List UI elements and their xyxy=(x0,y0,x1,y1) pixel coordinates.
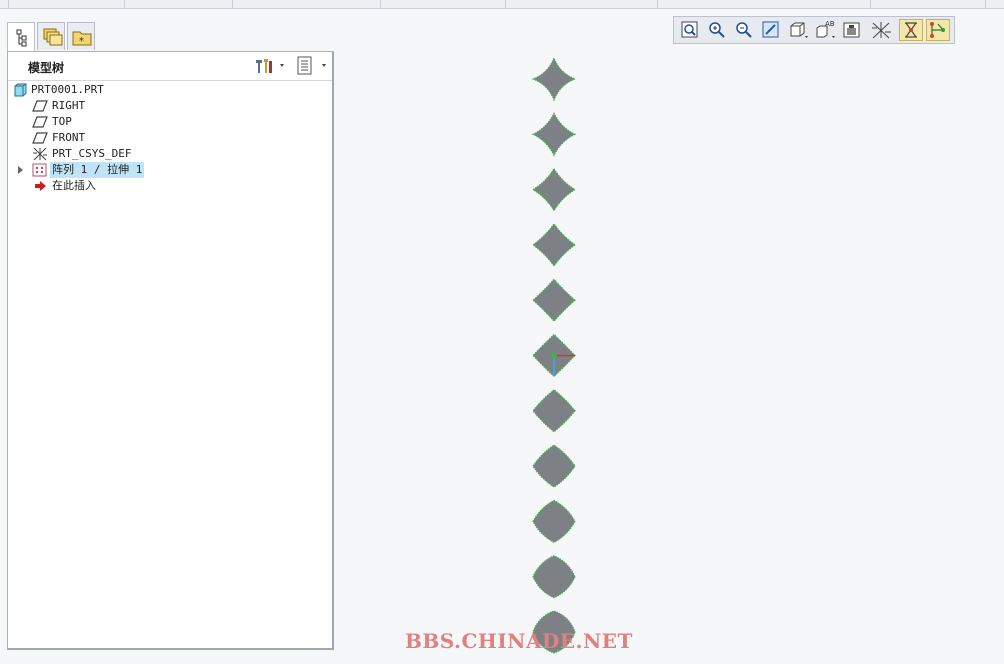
ribbon-tab-strip xyxy=(0,0,1004,9)
tree-item-label: TOP xyxy=(52,115,72,128)
pattern-instance-shape[interactable] xyxy=(531,222,577,267)
settings-tools-icon xyxy=(256,59,284,73)
svg-text:*: * xyxy=(79,36,84,47)
forum-watermark: BBS.CHINADE.NET xyxy=(405,629,633,653)
datum-plane-icon xyxy=(32,116,48,128)
pattern-instance-shape[interactable] xyxy=(532,389,576,433)
model-tree-title: 模型树 xyxy=(28,61,65,75)
expand-arrow-icon[interactable] xyxy=(16,165,26,175)
graphics-viewport[interactable] xyxy=(335,10,1004,660)
tree-item-label: 阵列 1 / 拉伸 1 xyxy=(50,162,145,178)
pattern-icon xyxy=(32,163,47,177)
tree-item-label: PRT_CSYS_DEF xyxy=(52,147,132,160)
pattern-view xyxy=(531,56,577,654)
pattern-instance-shape[interactable] xyxy=(532,499,576,544)
model-tree-tab[interactable] xyxy=(7,22,35,52)
folder-browser-icon xyxy=(43,28,63,46)
show-list-icon xyxy=(297,56,326,75)
pattern-instance-shape[interactable] xyxy=(532,555,576,599)
navigator-panel: * 模型树 PRT0001.PRT RIGHT TOP FRONT PRT_CS… xyxy=(7,22,334,650)
tree-item-label: RIGHT xyxy=(52,99,86,112)
tree-item-label: FRONT xyxy=(52,131,86,144)
part-icon xyxy=(14,83,27,97)
model-tree-header: 模型树 xyxy=(8,52,332,81)
pattern-instance-shape[interactable] xyxy=(532,444,576,488)
pattern-instance-shape[interactable] xyxy=(531,111,577,157)
tree-item-label: 在此插入 xyxy=(52,179,96,192)
datum-plane-icon xyxy=(32,132,48,144)
coordinate-system-icon xyxy=(33,147,47,161)
pattern-instance-shape[interactable] xyxy=(531,167,577,212)
favorites-icon: * xyxy=(72,31,92,47)
pattern-instance-shape[interactable] xyxy=(531,56,577,102)
insert-here-arrow-icon xyxy=(35,181,46,191)
model-tree-icon xyxy=(16,29,27,47)
folder-browser-tab[interactable] xyxy=(37,22,65,50)
tree-settings-button[interactable] xyxy=(253,56,289,76)
model-tree: 模型树 PRT0001.PRT RIGHT TOP FRONT PRT_CSYS… xyxy=(7,51,334,650)
tree-item-label: PRT0001.PRT xyxy=(31,83,104,96)
favorites-tab[interactable]: * xyxy=(67,22,95,50)
pattern-instance-shape[interactable] xyxy=(532,278,576,323)
datum-plane-icon xyxy=(32,100,48,112)
tree-show-button[interactable] xyxy=(296,56,330,76)
